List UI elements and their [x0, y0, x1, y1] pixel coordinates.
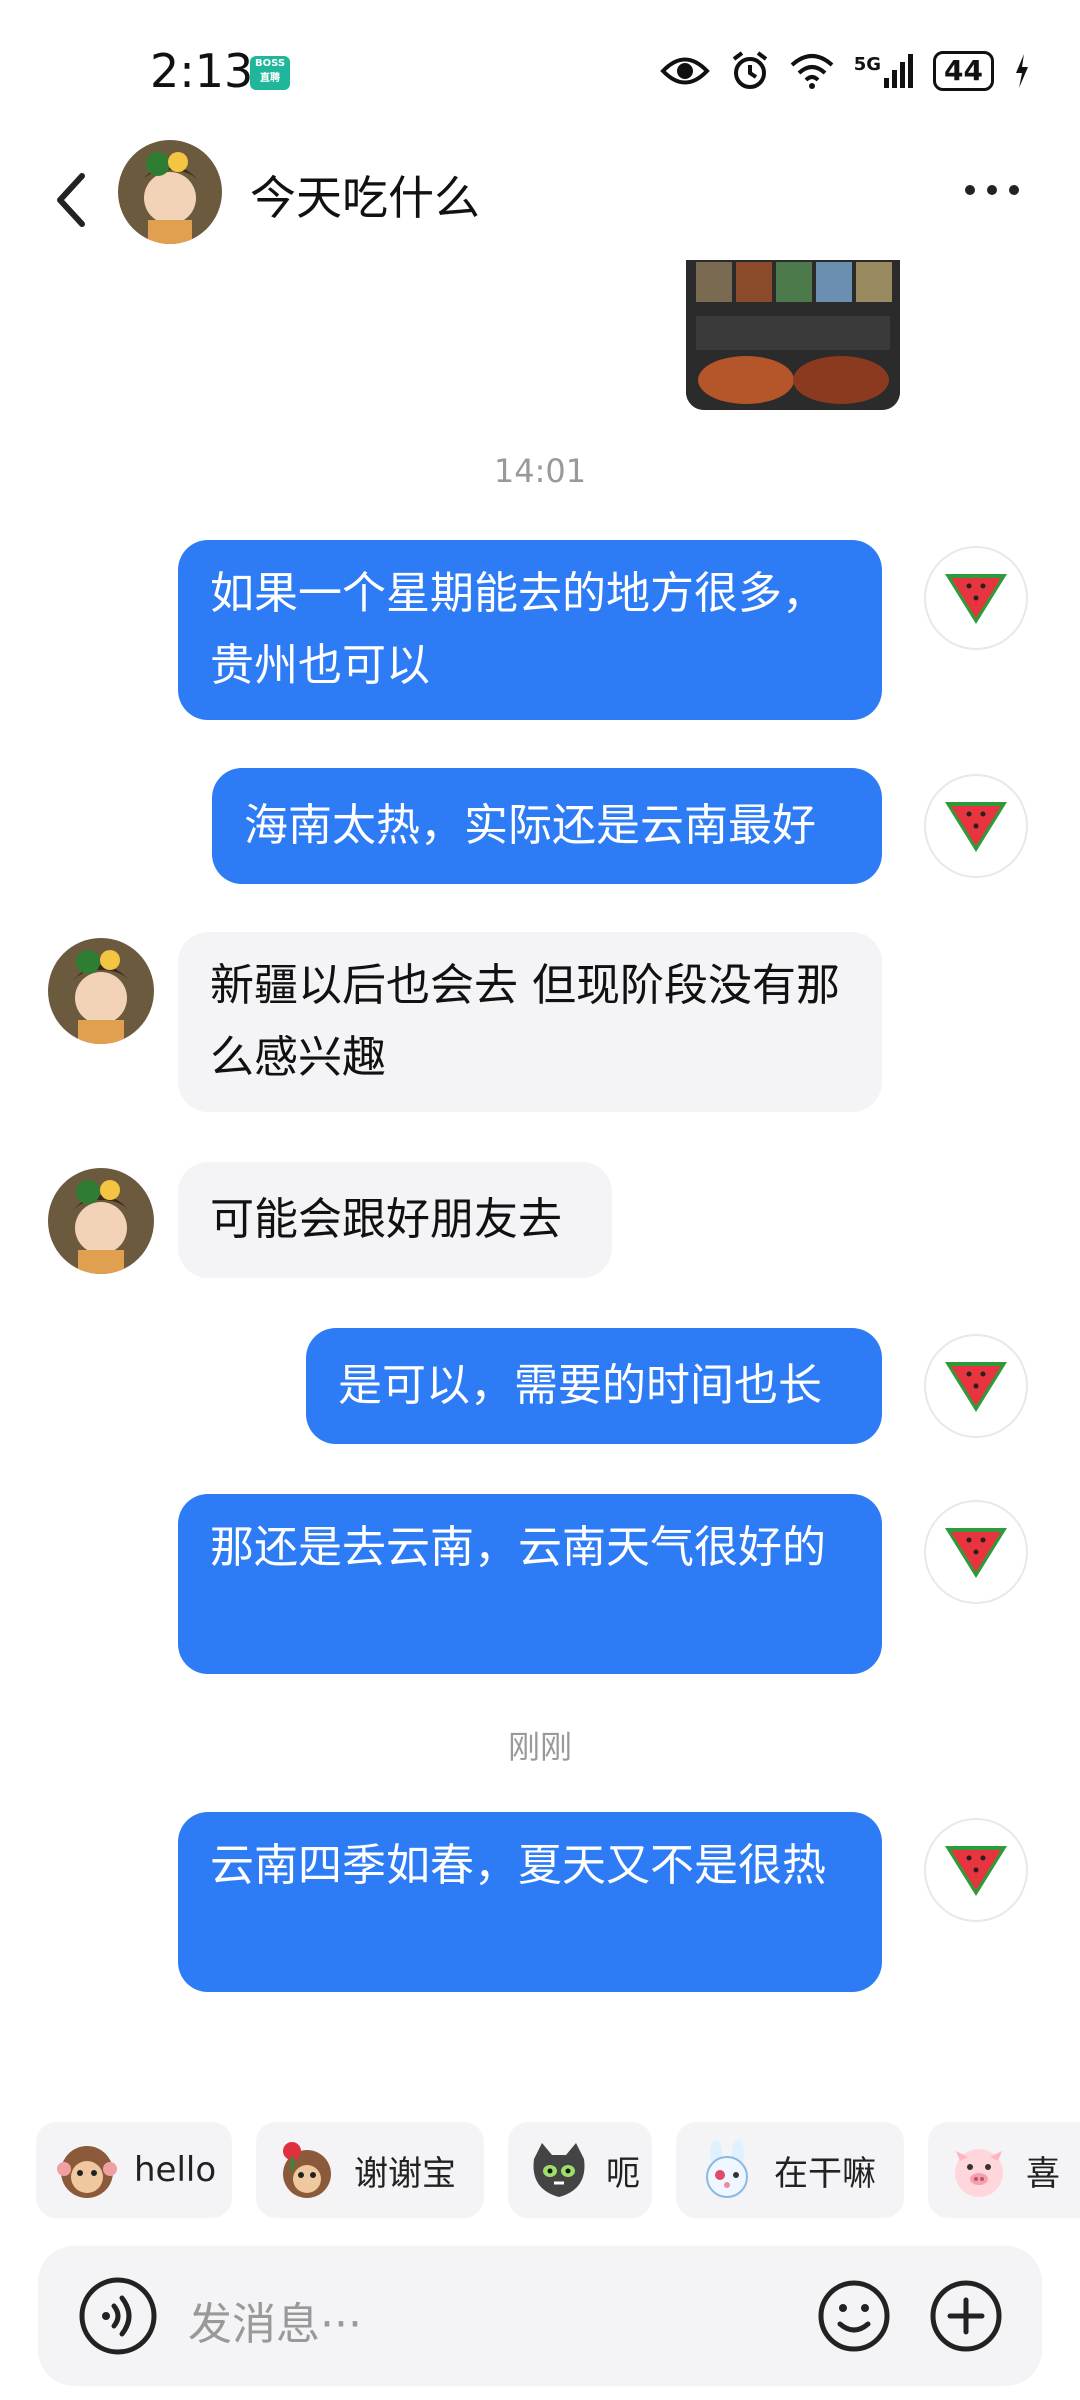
- status-time: 2:13: [150, 44, 254, 98]
- eye-icon: [659, 57, 710, 85]
- bunny-emoji-icon: [706, 2140, 748, 2198]
- message-bubble-outgoing[interactable]: 那还是去云南，云南天气很好的: [178, 1494, 882, 1674]
- monkey-emoji-icon: [57, 2146, 117, 2198]
- signal-indicator: 5G: [853, 54, 914, 88]
- plus-icon[interactable]: [928, 2278, 1004, 2354]
- message-input-bar: 发消息···: [38, 2246, 1042, 2386]
- network-type: 5G: [853, 54, 882, 75]
- message-bubble-outgoing[interactable]: 如果一个星期能去的地方很多，贵州也可以: [178, 540, 882, 720]
- my-avatar[interactable]: [924, 546, 1028, 650]
- more-options-icon[interactable]: [960, 170, 1024, 210]
- quick-reply-row: hello 谢谢宝 呃 在干嘛 喜: [36, 2122, 1080, 2218]
- alarm-icon: [732, 51, 767, 89]
- monkey-rose-emoji-icon: [283, 2142, 331, 2198]
- quick-reply-label: 在干嘛: [774, 2153, 876, 2194]
- cat-emoji-icon: [533, 2143, 585, 2197]
- my-avatar[interactable]: [924, 1818, 1028, 1922]
- quick-reply-label: 谢谢宝: [354, 2153, 456, 2194]
- watermelon-icon: [945, 574, 1007, 624]
- my-avatar[interactable]: [924, 1500, 1028, 1604]
- message-bubble-incoming[interactable]: 新疆以后也会去 但现阶段没有那么感兴趣: [178, 932, 882, 1112]
- my-avatar[interactable]: [924, 774, 1028, 878]
- watermelon-icon: [945, 802, 1007, 852]
- emoji-icon[interactable]: [816, 2278, 892, 2354]
- back-arrow-icon[interactable]: [48, 170, 96, 230]
- message-bubble-outgoing[interactable]: 是可以，需要的时间也长: [306, 1328, 882, 1444]
- timestamp: 刚刚: [507, 1728, 572, 1766]
- message-bubble-outgoing[interactable]: 云南四季如春，夏天又不是很热: [178, 1812, 882, 1992]
- wifi-icon: [790, 54, 834, 89]
- charging-icon: [1016, 54, 1028, 88]
- my-avatar[interactable]: [924, 1334, 1028, 1438]
- timestamp: 14:01: [493, 452, 587, 490]
- contact-avatar[interactable]: [48, 1168, 154, 1274]
- quick-reply-chip[interactable]: 在干嘛: [676, 2122, 904, 2218]
- watermelon-icon: [945, 1846, 1007, 1896]
- quick-reply-chip[interactable]: 呃: [508, 2122, 652, 2218]
- quick-reply-chip[interactable]: hello: [36, 2122, 232, 2218]
- quick-reply-label: 呃: [606, 2153, 640, 2194]
- quick-reply-label: hello: [134, 2150, 217, 2190]
- contact-avatar[interactable]: [48, 938, 154, 1044]
- quick-reply-chip[interactable]: 谢谢宝: [256, 2122, 484, 2218]
- chat-header: 今天吃什么: [0, 130, 1080, 260]
- voice-input-icon[interactable]: [76, 2274, 160, 2358]
- contact-avatar[interactable]: [118, 140, 222, 244]
- watermelon-icon: [945, 1362, 1007, 1412]
- pig-emoji-icon: [955, 2149, 1003, 2197]
- status-icons: 5G 44: [659, 46, 1030, 96]
- boss-app-badge: BOSS 直聘: [250, 56, 290, 90]
- status-bar: 2:13 BOSS 直聘 5G 44: [0, 0, 1080, 130]
- battery-indicator: 44: [933, 51, 994, 91]
- message-bubble-outgoing[interactable]: 海南太热，实际还是云南最好: [212, 768, 882, 884]
- watermelon-icon: [945, 1528, 1007, 1578]
- quick-reply-label: 喜: [1026, 2153, 1060, 2194]
- quick-reply-chip[interactable]: 喜: [928, 2122, 1080, 2218]
- message-bubble-incoming[interactable]: 可能会跟好朋友去: [178, 1162, 612, 1278]
- chat-title: 今天吃什么: [250, 171, 480, 225]
- shared-image-card[interactable]: [686, 260, 900, 410]
- message-input[interactable]: 发消息···: [188, 2288, 362, 2352]
